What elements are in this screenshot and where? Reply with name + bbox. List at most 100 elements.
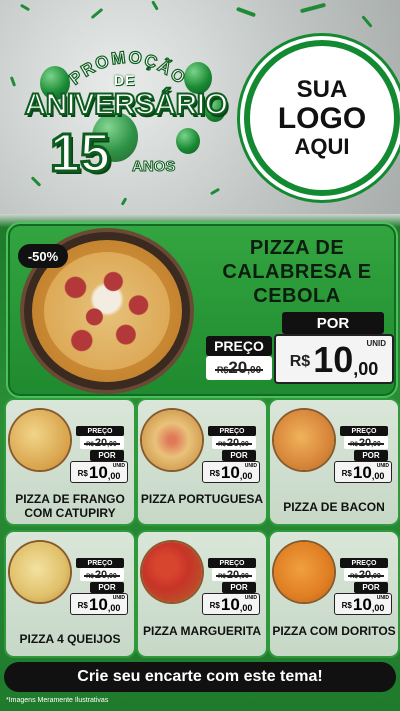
preco-label: PREÇO (208, 558, 256, 568)
por-label: POR (222, 582, 256, 593)
confetti (19, 3, 31, 12)
pizza-image (142, 410, 202, 470)
old-price-strike: R$ 20 ,00 (348, 436, 384, 449)
old-price-cents: ,00 (371, 440, 381, 448)
confetti (120, 197, 128, 206)
por-label: POR (354, 582, 388, 593)
old-price-strike: R$ 20 ,00 (84, 568, 120, 581)
old-price-strike: R$ 20 ,00 (348, 569, 384, 581)
old-price-strike: R$ 20 ,00 (216, 568, 252, 581)
old-price-cents: ,00 (107, 572, 117, 580)
pizza-topping (44, 252, 170, 370)
confetti (361, 15, 373, 28)
promo-de: DE (114, 72, 136, 88)
old-price-strike: R$ 20 ,00 (216, 437, 252, 449)
pizza-image (142, 542, 202, 602)
old-price-cents: ,00 (107, 440, 117, 448)
logo-placeholder: SUA LOGO AQUI (244, 40, 400, 196)
unid-label: UNID (244, 463, 257, 469)
encarte-flyer: PROMOÇÃO DE ANIVERSÁRIO 15 ANOS SUA LOGO… (0, 0, 400, 711)
pizza-image (274, 542, 334, 602)
new-price-int: 10 (352, 595, 372, 614)
new-price: UNID R$ 10 ,00 (334, 461, 392, 483)
new-price-currency: R$ (77, 600, 88, 610)
new-price-currency: R$ (77, 468, 88, 478)
old-price-currency: R$ (86, 441, 94, 448)
por-label: POR (222, 450, 256, 461)
preco-label: PREÇO (76, 558, 124, 568)
new-price: UNID R$ 10 ,00 (274, 334, 394, 384)
unid-label: UNID (112, 463, 125, 469)
new-price-currency: R$ (209, 600, 220, 610)
preco-label: PREÇO (206, 336, 272, 356)
discount-badge: -50% (18, 244, 68, 268)
old-price-int: 20 (94, 568, 108, 581)
pizza-image (274, 410, 334, 470)
new-price: UNID R$ 10 ,00 (334, 593, 392, 615)
logo-line-1: SUA (296, 76, 348, 103)
new-price-int: 10 (313, 339, 354, 380)
old-price-int: 20 (226, 568, 240, 581)
new-price-cents: ,00 (239, 471, 253, 481)
new-price-int: 10 (220, 595, 240, 614)
por-label: POR (90, 582, 124, 593)
featured-offer: -50% PIZZA DE CALABRESA E CEBOLA POR PRE… (6, 222, 398, 398)
featured-title: PIZZA DE CALABRESA E CEBOLA (222, 237, 372, 307)
new-price-currency: R$ (341, 468, 352, 478)
product-name: PIZZA DE FRANGO COM CATUPIRY (15, 492, 125, 520)
new-price-cents: ,00 (371, 471, 385, 481)
new-price-int: 10 (88, 595, 108, 614)
header-banner: PROMOÇÃO DE ANIVERSÁRIO 15 ANOS SUA LOGO… (0, 0, 400, 214)
unid-label: UNID (376, 463, 389, 469)
por-label: POR (90, 450, 124, 461)
por-label: POR (354, 450, 388, 461)
product-card[interactable]: PREÇO R$ 20 ,00 POR UNID R$ 10 ,00 PIZZA… (4, 398, 136, 526)
product-card[interactable]: PREÇO R$ 20 ,00 POR UNID R$ 10 ,00 PIZZA… (4, 530, 136, 658)
aniversario-title: ANIVERSÁRIO (24, 87, 229, 122)
product-card[interactable]: PREÇO R$ 20 ,00 POR UNID R$ 10 ,00 PIZZA… (268, 398, 400, 526)
confetti (90, 7, 104, 20)
old-price: R$ 20 ,00 (212, 568, 256, 581)
logo-line-3: AQUI (294, 134, 350, 159)
preco-label: PREÇO (340, 426, 388, 436)
old-price: R$ 20 ,00 (212, 436, 256, 449)
old-price-currency: R$ (218, 441, 226, 448)
new-price-currency: R$ (209, 468, 220, 478)
product-card[interactable]: PREÇO R$ 20 ,00 POR UNID R$ 10 ,00 PIZZA… (136, 530, 268, 658)
old-price-cents: ,00 (239, 440, 249, 448)
old-price-currency: R$ (350, 441, 358, 448)
preco-label: PREÇO (208, 426, 256, 436)
anos-number: 15 (48, 122, 111, 185)
product-card[interactable]: PREÇO R$ 20 ,00 POR UNID R$ 10 ,00 PIZZA… (136, 398, 268, 526)
unid-label: UNID (376, 595, 389, 601)
new-price-cents: ,00 (353, 359, 379, 379)
new-price-currency: R$ (289, 353, 311, 370)
old-price-currency: R$ (350, 573, 358, 580)
old-price-strike: R$ 20 ,00 (84, 436, 120, 449)
old-price: R$ 20 ,00 (206, 356, 272, 380)
new-price-int: 10 (220, 463, 240, 482)
new-price: UNID R$ 10 ,00 (70, 461, 128, 483)
logo-line-2: LOGO (277, 102, 367, 135)
old-price-strike: R$ 20 ,00 (214, 358, 264, 378)
old-price-int: 20 (94, 436, 108, 449)
product-name: PIZZA PORTUGUESA (140, 492, 264, 506)
cta-bar[interactable]: Crie seu encarte com este tema! (4, 662, 396, 692)
old-price-int: 20 (358, 436, 372, 449)
pizza-image (10, 410, 70, 470)
new-price-cents: ,00 (371, 603, 385, 613)
new-price-cents: ,00 (107, 603, 121, 613)
old-price: R$ 20 ,00 (80, 568, 124, 581)
new-price-int: 10 (88, 463, 108, 482)
new-price-int: 10 (352, 463, 372, 482)
anniversary-badge: PROMOÇÃO DE ANIVERSÁRIO 15 ANOS (6, 40, 246, 190)
confetti (299, 2, 327, 14)
new-price: UNID R$ 10 ,00 (202, 461, 260, 483)
old-price-int: 20 (228, 358, 248, 377)
confetti (235, 6, 257, 18)
product-card[interactable]: PREÇO R$ 20 ,00 POR UNID R$ 10 ,00 PIZZA… (268, 530, 400, 658)
disclaimer: *Imagens Meramente Ilustrativas (6, 697, 109, 704)
unid-label: UNID (366, 339, 386, 348)
anos-label: ANOS (131, 158, 176, 176)
old-price-currency: R$ (218, 573, 226, 580)
